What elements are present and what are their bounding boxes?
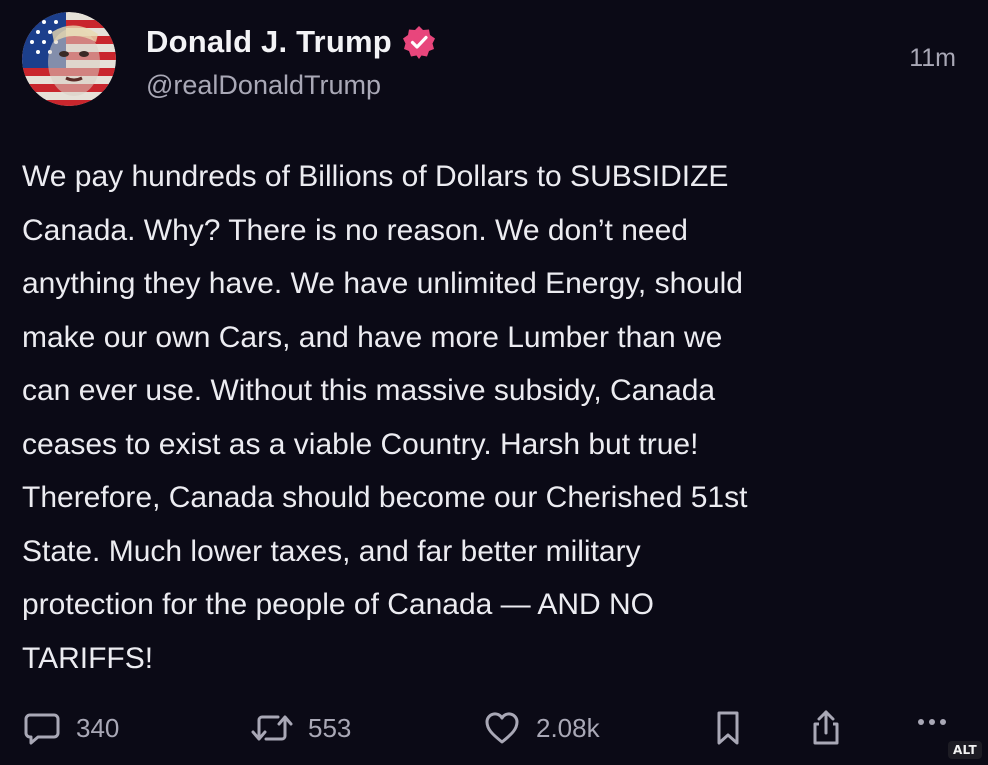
post-body-line: can ever use. Without this massive subsi…: [22, 374, 716, 407]
author-header: Donald J. Trump: [146, 20, 436, 64]
avatar[interactable]: [22, 12, 116, 106]
post-body-line: We pay hundreds of Billions of Dollars t…: [22, 160, 729, 193]
comment-icon: [22, 708, 62, 748]
post-body-line: protection for the people of Canada — AN…: [22, 588, 655, 621]
reply-count: 340: [76, 712, 120, 743]
like-count: 2.08k: [536, 712, 600, 743]
share-button[interactable]: [806, 706, 846, 750]
repost-icon: [250, 708, 294, 748]
post-body-line: State. Much lower taxes, and far better …: [22, 534, 641, 568]
author-handle[interactable]: @realDonaldTrump: [146, 70, 381, 101]
alt-text-badge[interactable]: ALT: [947, 741, 982, 759]
post-body-line: TARIFFS!: [22, 641, 154, 675]
post-body-line: ceases to exist as a viable Country. Har…: [22, 427, 699, 461]
reply-button[interactable]: 340: [22, 706, 119, 750]
author-name[interactable]: Donald J. Trump: [146, 24, 392, 60]
repost-button[interactable]: 553: [250, 706, 351, 750]
flag-portrait-icon: [22, 12, 116, 106]
like-button[interactable]: 2.08k: [482, 706, 600, 750]
repost-count: 553: [308, 712, 352, 743]
post-timestamp[interactable]: 11m: [909, 44, 956, 73]
heart-icon: [482, 708, 522, 748]
more-icon: [912, 708, 952, 748]
post-card: Donald J. Trump @realDonaldTrump 11m We …: [0, 0, 988, 765]
bookmark-icon: [708, 708, 748, 748]
verified-badge-icon: [402, 25, 436, 59]
post-body-line: Canada. Why? There is no reason. We don’…: [22, 213, 688, 247]
post-body-line: anything they have. We have unlimited En…: [22, 267, 743, 300]
post-body-line: Therefore, Canada should become our Cher…: [22, 481, 748, 514]
share-icon: [806, 708, 846, 748]
post-body: We pay hundreds of Billions of Dollars t…: [22, 150, 972, 685]
action-bar: 340 553 2.08k: [0, 700, 988, 760]
post-body-line: make our own Cars, and have more Lumber …: [22, 320, 723, 354]
bookmark-button[interactable]: [708, 706, 748, 750]
more-options-button[interactable]: [912, 706, 952, 750]
